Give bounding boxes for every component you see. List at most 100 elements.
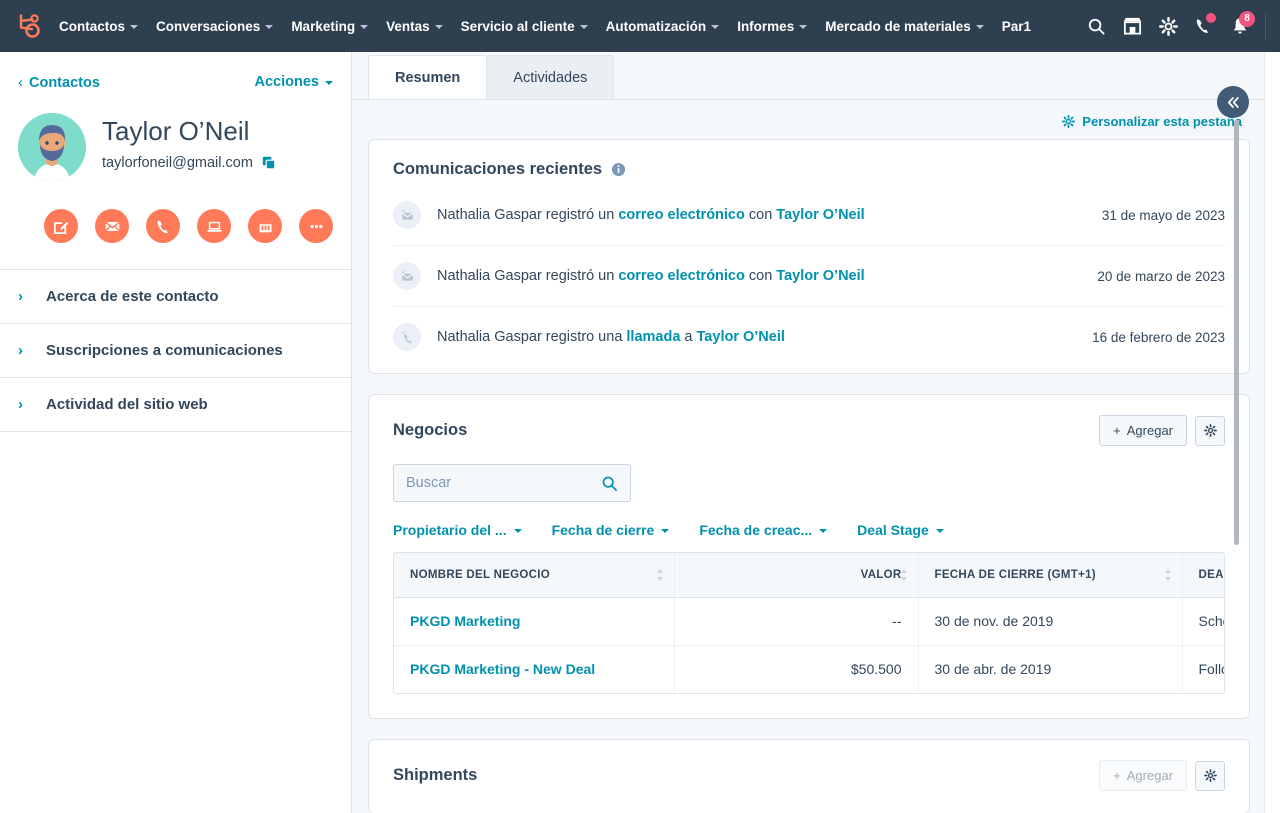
filter-fecha-de-creacion[interactable]: Fecha de creac...	[699, 522, 828, 538]
tab-bar: Resumen Actividades	[352, 52, 1280, 100]
collapse-panel-button[interactable]	[1217, 86, 1249, 118]
copy-icon[interactable]	[262, 156, 276, 170]
chevron-down-icon	[975, 25, 984, 29]
chevron-down-icon	[360, 25, 369, 29]
add-shipment-button[interactable]: + Agregar	[1099, 760, 1187, 791]
tab-resumen[interactable]: Resumen	[368, 55, 488, 99]
filter-fecha-de-cierre[interactable]: Fecha de cierre	[552, 522, 670, 538]
nav-icon-group: 8	[1079, 9, 1266, 43]
column-header-fecha-de-cierre[interactable]: FECHA DE CIERRE (GMT+1)	[918, 553, 1183, 598]
nav-item-mercado-de-materiales[interactable]: Mercado de materiales	[816, 13, 993, 40]
task-button[interactable]	[248, 209, 282, 243]
email-button[interactable]	[95, 209, 129, 243]
add-shipment-label: Agregar	[1126, 768, 1173, 783]
comm-link-contact[interactable]: Taylor O’Neil	[697, 329, 785, 345]
communication-row[interactable]: Nathalia Gaspar registro una llamada a T…	[393, 307, 1225, 367]
tab-actividades[interactable]: Actividades	[486, 55, 615, 99]
communication-row[interactable]: Nathalia Gaspar registró un correo elect…	[393, 185, 1225, 246]
plus-icon: +	[1113, 768, 1121, 783]
call-button[interactable]	[146, 209, 180, 243]
shipments-header: Shipments + Agregar	[369, 740, 1249, 813]
scrollbar-thumb[interactable]	[1234, 120, 1239, 545]
phone-calls-icon[interactable]	[1187, 9, 1221, 43]
back-label: Contactos	[29, 74, 100, 91]
nav-item-contactos[interactable]: Contactos	[50, 13, 147, 40]
nav-item-marketing[interactable]: Marketing	[282, 13, 377, 40]
acciones-dropdown[interactable]: Acciones	[255, 74, 333, 90]
contact-name: Taylor O’Neil	[102, 116, 250, 146]
comm-link-contact[interactable]: Taylor O’Neil	[776, 268, 864, 284]
comm-prefix: Nathalia Gaspar registro una	[437, 329, 627, 345]
search-icon[interactable]	[1079, 9, 1113, 43]
deals-settings-button[interactable]	[1195, 415, 1225, 446]
logged-call-icon	[393, 323, 421, 351]
main-scroll-area[interactable]: Personalizar esta pestaña Comunicaciones…	[352, 100, 1280, 813]
column-header-nombre-del-negocio[interactable]: NOMBRE DEL NEGOCIO	[394, 553, 675, 598]
tab-label: Actividades	[513, 69, 588, 86]
deal-name-cell[interactable]: PKGD Marketing	[394, 597, 675, 646]
deals-search-input[interactable]	[406, 475, 593, 491]
comm-link-type[interactable]: correo electrónico	[618, 268, 745, 284]
note-button[interactable]	[44, 209, 78, 243]
acciones-label: Acciones	[254, 74, 319, 90]
column-header-valor[interactable]: VALOR	[674, 553, 919, 598]
add-deal-button[interactable]: + Agregar	[1099, 415, 1187, 446]
back-to-contacts-link[interactable]: ‹ Contactos	[18, 74, 100, 91]
sort-icon[interactable]	[900, 568, 908, 582]
sidebar-section-actividad-del-sitio-web[interactable]: › Actividad del sitio web	[0, 378, 351, 432]
marketplace-icon[interactable]	[1115, 9, 1149, 43]
main-scrollbar[interactable]	[1234, 52, 1240, 813]
notifications-badge: 8	[1239, 11, 1255, 27]
nav-item-automatizacion[interactable]: Automatización	[597, 13, 729, 40]
nav-item-ventas[interactable]: Ventas	[377, 13, 452, 40]
comm-link-type[interactable]: correo electrónico	[618, 207, 745, 223]
meeting-button[interactable]	[197, 209, 231, 243]
sort-icon[interactable]	[656, 568, 664, 582]
hubspot-logo-icon[interactable]	[10, 9, 44, 43]
gear-icon[interactable]	[1151, 9, 1185, 43]
deal-name-cell[interactable]: PKGD Marketing - New Deal	[394, 645, 675, 693]
comm-link-contact[interactable]: Taylor O’Neil	[776, 207, 864, 223]
recent-communications-title: Comunicaciones recientes	[393, 160, 603, 178]
contact-email: taylorfoneil@gmail.com	[102, 154, 253, 171]
nav-item-partners[interactable]: Par1	[993, 13, 1040, 40]
communications-list: Nathalia Gaspar registró un correo elect…	[369, 185, 1249, 373]
contact-avatar[interactable]	[18, 113, 86, 181]
nav-item-informes[interactable]: Informes	[728, 13, 816, 40]
gear-icon	[1203, 769, 1217, 782]
column-header-deal-stage[interactable]: DEAL STAGE	[1182, 553, 1224, 598]
column-label: VALOR	[860, 568, 902, 581]
table-row[interactable]: PKGD Marketing -- 30 de nov. de 2019 Sch…	[394, 597, 1224, 646]
comm-link-type[interactable]: llamada	[626, 329, 680, 345]
filter-propietario-del-negocio[interactable]: Propietario del ...	[393, 522, 522, 538]
nav-item-servicio-al-cliente[interactable]: Servicio al cliente	[452, 13, 597, 40]
nav-item-conversaciones[interactable]: Conversaciones	[147, 13, 282, 40]
chevron-left-icon: ‹	[18, 74, 23, 91]
info-icon[interactable]	[611, 162, 626, 177]
customize-tab-link[interactable]: Personalizar esta pestaña	[1062, 114, 1242, 129]
main-content: Resumen Actividades Personalizar esta pe…	[352, 52, 1280, 813]
column-label: FECHA DE CIERRE (GMT+1)	[934, 568, 1096, 581]
comm-middle: con	[744, 268, 777, 284]
sort-icon[interactable]	[1164, 568, 1172, 582]
deal-close-date-cell: 30 de abr. de 2019	[918, 645, 1183, 693]
shipments-settings-button[interactable]	[1195, 760, 1225, 791]
table-row[interactable]: PKGD Marketing - New Deal $50.500 30 de …	[394, 645, 1224, 693]
deals-table-wrap[interactable]: NOMBRE DEL NEGOCIO VALOR FECHA DE CIERRE…	[393, 552, 1225, 694]
deals-search-box[interactable]	[393, 464, 631, 502]
more-button[interactable]	[299, 209, 333, 243]
sidebar-section-acerca-de-este-contacto[interactable]: › Acerca de este contacto	[0, 270, 351, 324]
add-deal-label: Agregar	[1126, 423, 1173, 438]
nav-label: Servicio al cliente	[460, 18, 575, 34]
bell-icon[interactable]: 8	[1223, 9, 1257, 43]
sidebar-section-suscripciones-a-comunicaciones[interactable]: › Suscripciones a comunicaciones	[0, 324, 351, 378]
deals-header-buttons: + Agregar	[1099, 415, 1225, 446]
filter-deal-stage[interactable]: Deal Stage	[857, 522, 944, 538]
deals-table-head: NOMBRE DEL NEGOCIO VALOR FECHA DE CIERRE…	[394, 553, 1224, 598]
filter-label: Propietario del ...	[393, 522, 507, 538]
deals-filters: Propietario del ... Fecha de cierre Fech…	[369, 502, 1249, 552]
deals-title: Negocios	[393, 421, 468, 439]
communication-row[interactable]: Nathalia Gaspar registró un correo elect…	[393, 246, 1225, 307]
search-icon[interactable]	[601, 475, 618, 492]
sidebar-section-label: Acerca de este contacto	[46, 288, 219, 305]
